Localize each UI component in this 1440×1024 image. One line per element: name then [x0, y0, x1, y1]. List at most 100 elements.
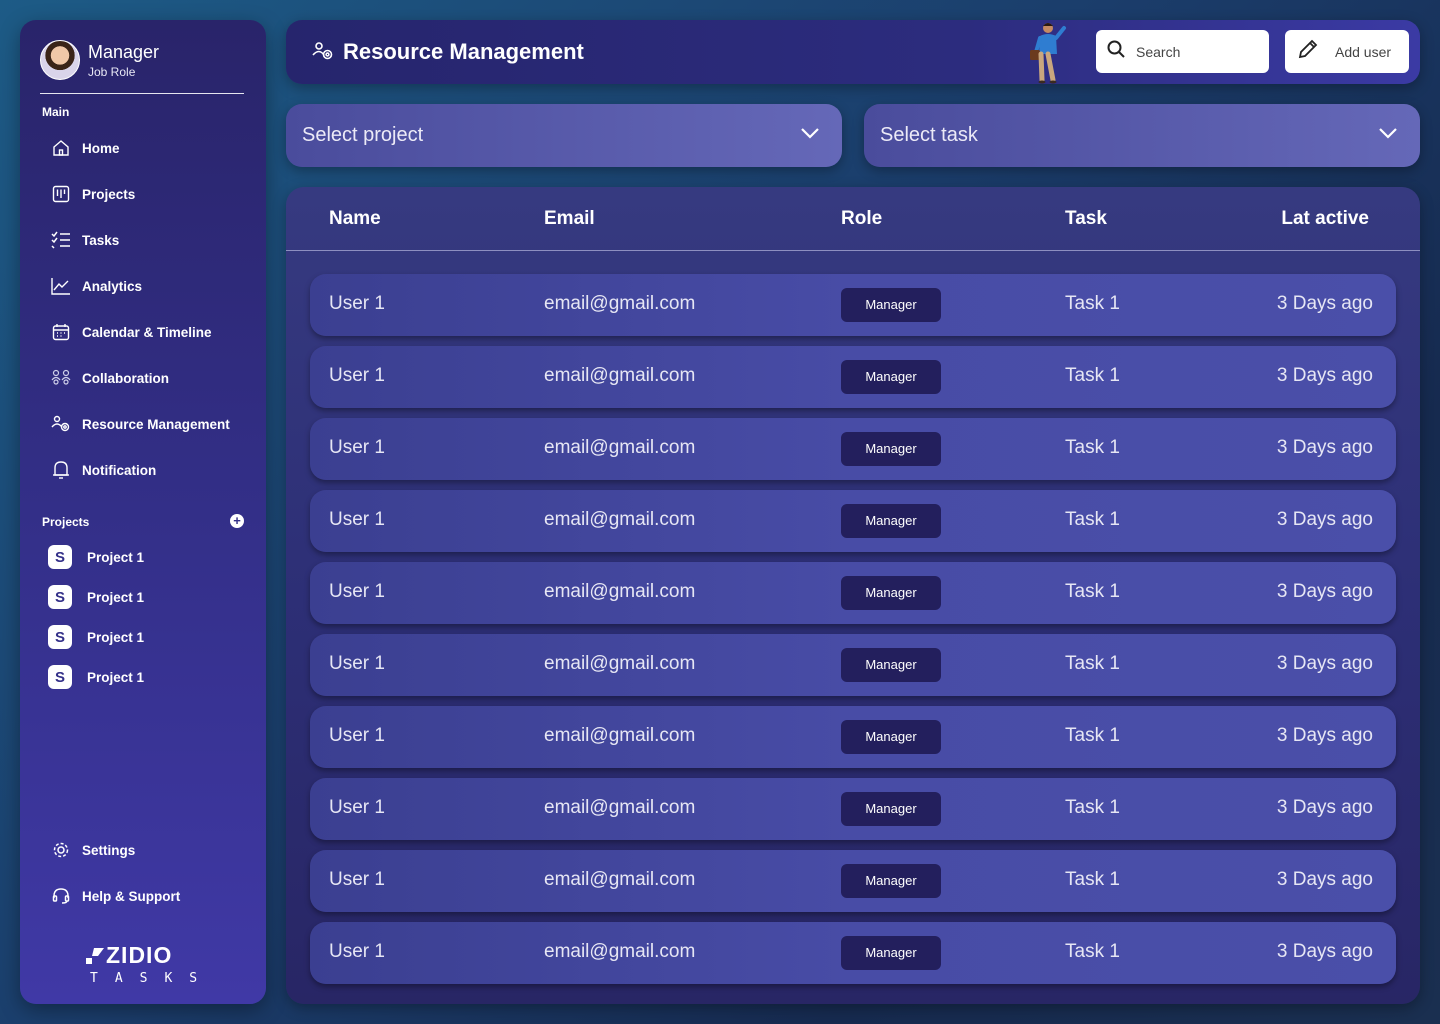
- user-profile[interactable]: Manager Job Role: [40, 40, 244, 94]
- tasks-icon: [50, 229, 72, 251]
- sidebar-item-label: Analytics: [82, 278, 143, 294]
- table-header: Name Email Role Task Lat active: [286, 187, 1420, 251]
- role-badge: Manager: [841, 432, 941, 466]
- add-project-button[interactable]: +: [230, 514, 244, 528]
- sidebar-item-collaboration[interactable]: Collaboration: [50, 366, 169, 390]
- last-active: 3 Days ago: [1276, 437, 1373, 458]
- sidebar-project-item[interactable]: S Project 1: [48, 544, 144, 570]
- user-email: email@gmail.com: [544, 437, 696, 458]
- table-row[interactable]: User 1 email@gmail.com Manager Task 1 3 …: [310, 274, 1396, 336]
- table-row[interactable]: User 1 email@gmail.com Manager Task 1 3 …: [310, 706, 1396, 768]
- project-icon: S: [48, 665, 72, 689]
- user-email: email@gmail.com: [544, 581, 696, 602]
- user-task: Task 1: [1065, 365, 1120, 386]
- gear-icon: [50, 839, 72, 861]
- logo-mark-icon: [86, 947, 104, 964]
- sidebar-item-help[interactable]: Help & Support: [50, 884, 180, 908]
- user-task: Task 1: [1065, 941, 1120, 962]
- sidebar-item-analytics[interactable]: Analytics: [50, 274, 142, 298]
- sidebar-item-resource-management[interactable]: Resource Management: [50, 412, 230, 436]
- sidebar-item-projects[interactable]: Projects: [50, 182, 135, 206]
- column-header-role[interactable]: Role: [841, 208, 882, 230]
- role-badge: Manager: [841, 648, 941, 682]
- table-row[interactable]: User 1 email@gmail.com Manager Task 1 3 …: [310, 922, 1396, 984]
- last-active: 3 Days ago: [1276, 725, 1373, 746]
- top-header: Resource Management Search Add user: [286, 20, 1420, 84]
- add-user-button[interactable]: Add user: [1285, 30, 1409, 73]
- avatar: [40, 40, 80, 80]
- sidebar-item-home[interactable]: Home: [50, 136, 120, 160]
- sidebar-project-item[interactable]: S Project 1: [48, 584, 144, 610]
- user-task: Task 1: [1065, 725, 1120, 746]
- user-email: email@gmail.com: [544, 869, 696, 890]
- user-name: User 1: [329, 653, 385, 674]
- sidebar-item-label: Home: [82, 140, 120, 156]
- user-task: Task 1: [1065, 797, 1120, 818]
- project-icon: S: [48, 625, 72, 649]
- logo-text: ZIDIO: [106, 942, 173, 968]
- user-task: Task 1: [1065, 509, 1120, 530]
- table-row[interactable]: User 1 email@gmail.com Manager Task 1 3 …: [310, 346, 1396, 408]
- sidebar-item-label: Projects: [82, 186, 136, 202]
- sidebar: Manager Job Role Main Home Projects Task…: [20, 20, 266, 1004]
- resource-icon: [50, 413, 72, 435]
- role-badge: Manager: [841, 576, 941, 610]
- role-badge: Manager: [841, 936, 941, 970]
- sidebar-item-settings[interactable]: Settings: [50, 838, 135, 862]
- column-header-name[interactable]: Name: [329, 208, 381, 230]
- user-task: Task 1: [1065, 293, 1120, 314]
- sidebar-item-notification[interactable]: Notification: [50, 458, 156, 482]
- user-name: User 1: [329, 797, 385, 818]
- sidebar-project-item[interactable]: S Project 1: [48, 664, 144, 690]
- user-task: Task 1: [1065, 581, 1120, 602]
- column-header-email[interactable]: Email: [544, 208, 595, 230]
- table-row[interactable]: User 1 email@gmail.com Manager Task 1 3 …: [310, 778, 1396, 840]
- column-header-task[interactable]: Task: [1065, 208, 1107, 230]
- user-email: email@gmail.com: [544, 653, 696, 674]
- logo-subtext: TASKS: [90, 971, 215, 986]
- sidebar-item-calendar[interactable]: Calendar & Timeline: [50, 320, 212, 344]
- sidebar-item-tasks[interactable]: Tasks: [50, 228, 119, 252]
- pencil-icon: [1297, 38, 1319, 65]
- project-select[interactable]: Select project: [286, 104, 842, 167]
- sidebar-item-label: Settings: [82, 842, 136, 858]
- projects-section-label: Projects: [42, 515, 90, 529]
- sidebar-item-label: Resource Management: [82, 416, 230, 432]
- table-row[interactable]: User 1 email@gmail.com Manager Task 1 3 …: [310, 562, 1396, 624]
- user-task: Task 1: [1065, 869, 1120, 890]
- user-name: User 1: [329, 437, 385, 458]
- add-user-label: Add user: [1335, 43, 1392, 60]
- last-active: 3 Days ago: [1276, 797, 1373, 818]
- project-select-value: Select project: [302, 124, 424, 146]
- sidebar-project-item[interactable]: S Project 1: [48, 624, 144, 650]
- table-row[interactable]: User 1 email@gmail.com Manager Task 1 3 …: [310, 850, 1396, 912]
- headset-icon: [50, 885, 72, 907]
- user-task: Task 1: [1065, 437, 1120, 458]
- project-label: Project 1: [87, 549, 145, 565]
- sidebar-item-label: Collaboration: [82, 370, 169, 386]
- sidebar-item-label: Calendar & Timeline: [82, 324, 212, 340]
- user-name: User 1: [329, 725, 385, 746]
- column-header-last-active[interactable]: Lat active: [1281, 208, 1369, 230]
- sidebar-item-label: Tasks: [82, 232, 120, 248]
- analytics-icon: [50, 275, 72, 297]
- role-badge: Manager: [841, 792, 941, 826]
- search-input[interactable]: Search: [1096, 30, 1269, 73]
- page-title: Resource Management: [343, 39, 584, 64]
- user-email: email@gmail.com: [544, 293, 696, 314]
- table-row[interactable]: User 1 email@gmail.com Manager Task 1 3 …: [310, 634, 1396, 696]
- project-icon: S: [48, 545, 72, 569]
- home-icon: [50, 137, 72, 159]
- table-row[interactable]: User 1 email@gmail.com Manager Task 1 3 …: [310, 490, 1396, 552]
- user-name: User 1: [329, 293, 385, 314]
- last-active: 3 Days ago: [1276, 941, 1373, 962]
- user-name: User 1: [329, 869, 385, 890]
- calendar-icon: [50, 321, 72, 343]
- user-name: User 1: [329, 581, 385, 602]
- user-email: email@gmail.com: [544, 941, 696, 962]
- task-select[interactable]: Select task: [864, 104, 1420, 167]
- role-badge: Manager: [841, 504, 941, 538]
- table-row[interactable]: User 1 email@gmail.com Manager Task 1 3 …: [310, 418, 1396, 480]
- role-badge: Manager: [841, 288, 941, 322]
- project-label: Project 1: [87, 589, 145, 605]
